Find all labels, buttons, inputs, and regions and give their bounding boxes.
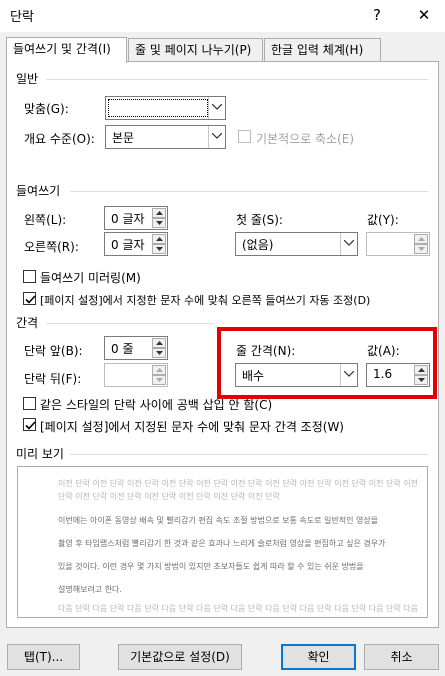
spin-down-icon[interactable] (152, 218, 166, 228)
highlight-box (217, 327, 437, 399)
preview-sample-line: 이번에는 아이폰 동영상 배속 및 빨리감기 편집 속도 조절 방법으로 보통 … (58, 516, 379, 525)
no-space-same-style-checkbox[interactable] (23, 397, 36, 410)
collapsed-label: 기본적으로 축소(E) (256, 132, 355, 146)
space-before-value: 0 줄 (111, 342, 134, 356)
indent-by-label: 값(Y): (367, 213, 399, 227)
preview-sample-line: 설명해보려고 한다. (58, 585, 122, 594)
title-bar: 단락 ? ✕ (0, 0, 445, 32)
divider (46, 323, 214, 324)
preview-heading: 미리 보기 (16, 447, 64, 461)
space-after-spinner[interactable] (104, 363, 168, 387)
chevron-down-icon (208, 126, 225, 148)
tab-line-page-breaks[interactable]: 줄 및 페이지 나누기(P) (128, 38, 263, 62)
tab-asian-typography[interactable]: 한글 입력 체계(H) (264, 38, 381, 62)
special-indent-label: 첫 줄(S): (236, 213, 283, 227)
tab-label: 줄 및 페이지 나누기(P) (135, 43, 252, 57)
preview-previous-line: 이전 단락 이전 단락 이전 단락 이전 단락 이전 단락 이전 단락 이전 단… (58, 479, 418, 488)
cancel-button[interactable]: 취소 (364, 644, 439, 670)
spacing-heading: 간격 (16, 316, 39, 330)
spin-down-icon[interactable] (152, 375, 166, 385)
spin-up-icon[interactable] (152, 338, 166, 348)
special-indent-value: (없음) (242, 238, 274, 252)
space-before-label: 단락 앞(B): (24, 344, 83, 358)
space-after-label: 단락 뒤(F): (24, 372, 82, 386)
focus-ring (108, 99, 208, 117)
spin-down-icon[interactable] (414, 244, 428, 254)
alignment-label: 맞춤(G): (24, 102, 69, 116)
mirror-indents-checkbox[interactable] (23, 270, 36, 283)
alignment-select[interactable] (105, 96, 226, 120)
spin-up-icon[interactable] (152, 234, 166, 244)
collapsed-checkbox[interactable] (238, 130, 251, 143)
preview-sample-line: 있을 것이다. 이런 경우 몇 가지 방법이 있지만 초보자들도 쉽게 따라 할… (58, 562, 364, 571)
indentation-heading: 들여쓰기 (16, 184, 61, 198)
tabs-button[interactable]: 탭(T)... (7, 644, 80, 670)
preview-next-line: 다음 단락 다음 단락 다음 단락 다음 단락 다음 단락 다음 단락 다음 단… (58, 604, 418, 613)
chevron-down-icon (340, 233, 357, 255)
indent-left-value: 0 글자 (111, 212, 145, 226)
preview-box: 이전 단락 이전 단락 이전 단락 이전 단락 이전 단락 이전 단락 이전 단… (17, 466, 428, 618)
checkmark-icon (25, 295, 36, 304)
auto-adjust-indent-label: [페이지 설정]에서 지정한 문자 수에 맞춰 오른쪽 들여쓰기 자동 조정(D… (40, 294, 371, 307)
spin-up-icon[interactable] (152, 365, 166, 375)
spin-up-icon[interactable] (152, 208, 166, 218)
mirror-indents-label: 들여쓰기 미러링(M) (40, 271, 141, 285)
chevron-down-icon (208, 97, 225, 119)
indent-left-label: 왼쪽(L): (24, 213, 67, 227)
close-button[interactable]: ✕ (411, 3, 437, 27)
spin-down-icon[interactable] (152, 244, 166, 254)
outline-level-select[interactable]: 본문 (105, 125, 226, 149)
indent-right-spinner[interactable]: 0 글자 (104, 232, 168, 256)
spin-up-icon[interactable] (414, 234, 428, 244)
special-indent-select[interactable]: (없음) (235, 232, 358, 256)
divider (46, 79, 428, 80)
auto-adjust-indent-checkbox[interactable] (23, 292, 36, 305)
snap-to-grid-label: [페이지 설정]에서 지정된 문자 수에 맞춰 문자 간격 조정(W) (40, 420, 344, 434)
outline-level-value: 본문 (112, 131, 135, 145)
indent-right-value: 0 글자 (111, 238, 145, 252)
preview-sample-line: 촬영 후 타임랩스처럼 빨리감기 한 것과 같은 효과나 느리게 슬로처럼 영상… (58, 539, 386, 548)
indent-right-label: 오른쪽(R): (24, 240, 79, 254)
ok-button[interactable]: 확인 (281, 644, 356, 670)
indent-left-spinner[interactable]: 0 글자 (104, 206, 168, 230)
help-button[interactable]: ? (364, 3, 390, 27)
divider (70, 454, 428, 455)
tab-indents-spacing[interactable]: 들여쓰기 및 간격(I) (6, 37, 127, 63)
general-heading: 일반 (16, 72, 39, 86)
space-before-spinner[interactable]: 0 줄 (104, 336, 168, 360)
set-as-default-button[interactable]: 기본값으로 설정(D) (118, 644, 242, 670)
tab-label: 한글 입력 체계(H) (271, 43, 364, 57)
window-title: 단락 (10, 10, 34, 25)
outline-level-label: 개요 수준(O): (24, 132, 95, 146)
preview-previous-line: 단락 이전 단락 이전 단락 이전 단락 이전 단락 이전 단락 이전 단락 (58, 492, 280, 501)
snap-to-grid-checkbox[interactable] (23, 418, 36, 431)
divider (70, 191, 428, 192)
checkmark-icon (25, 421, 36, 430)
tab-label: 들여쓰기 및 간격(I) (13, 42, 111, 56)
indent-by-spinner[interactable] (366, 232, 430, 256)
spin-down-icon[interactable] (152, 348, 166, 358)
